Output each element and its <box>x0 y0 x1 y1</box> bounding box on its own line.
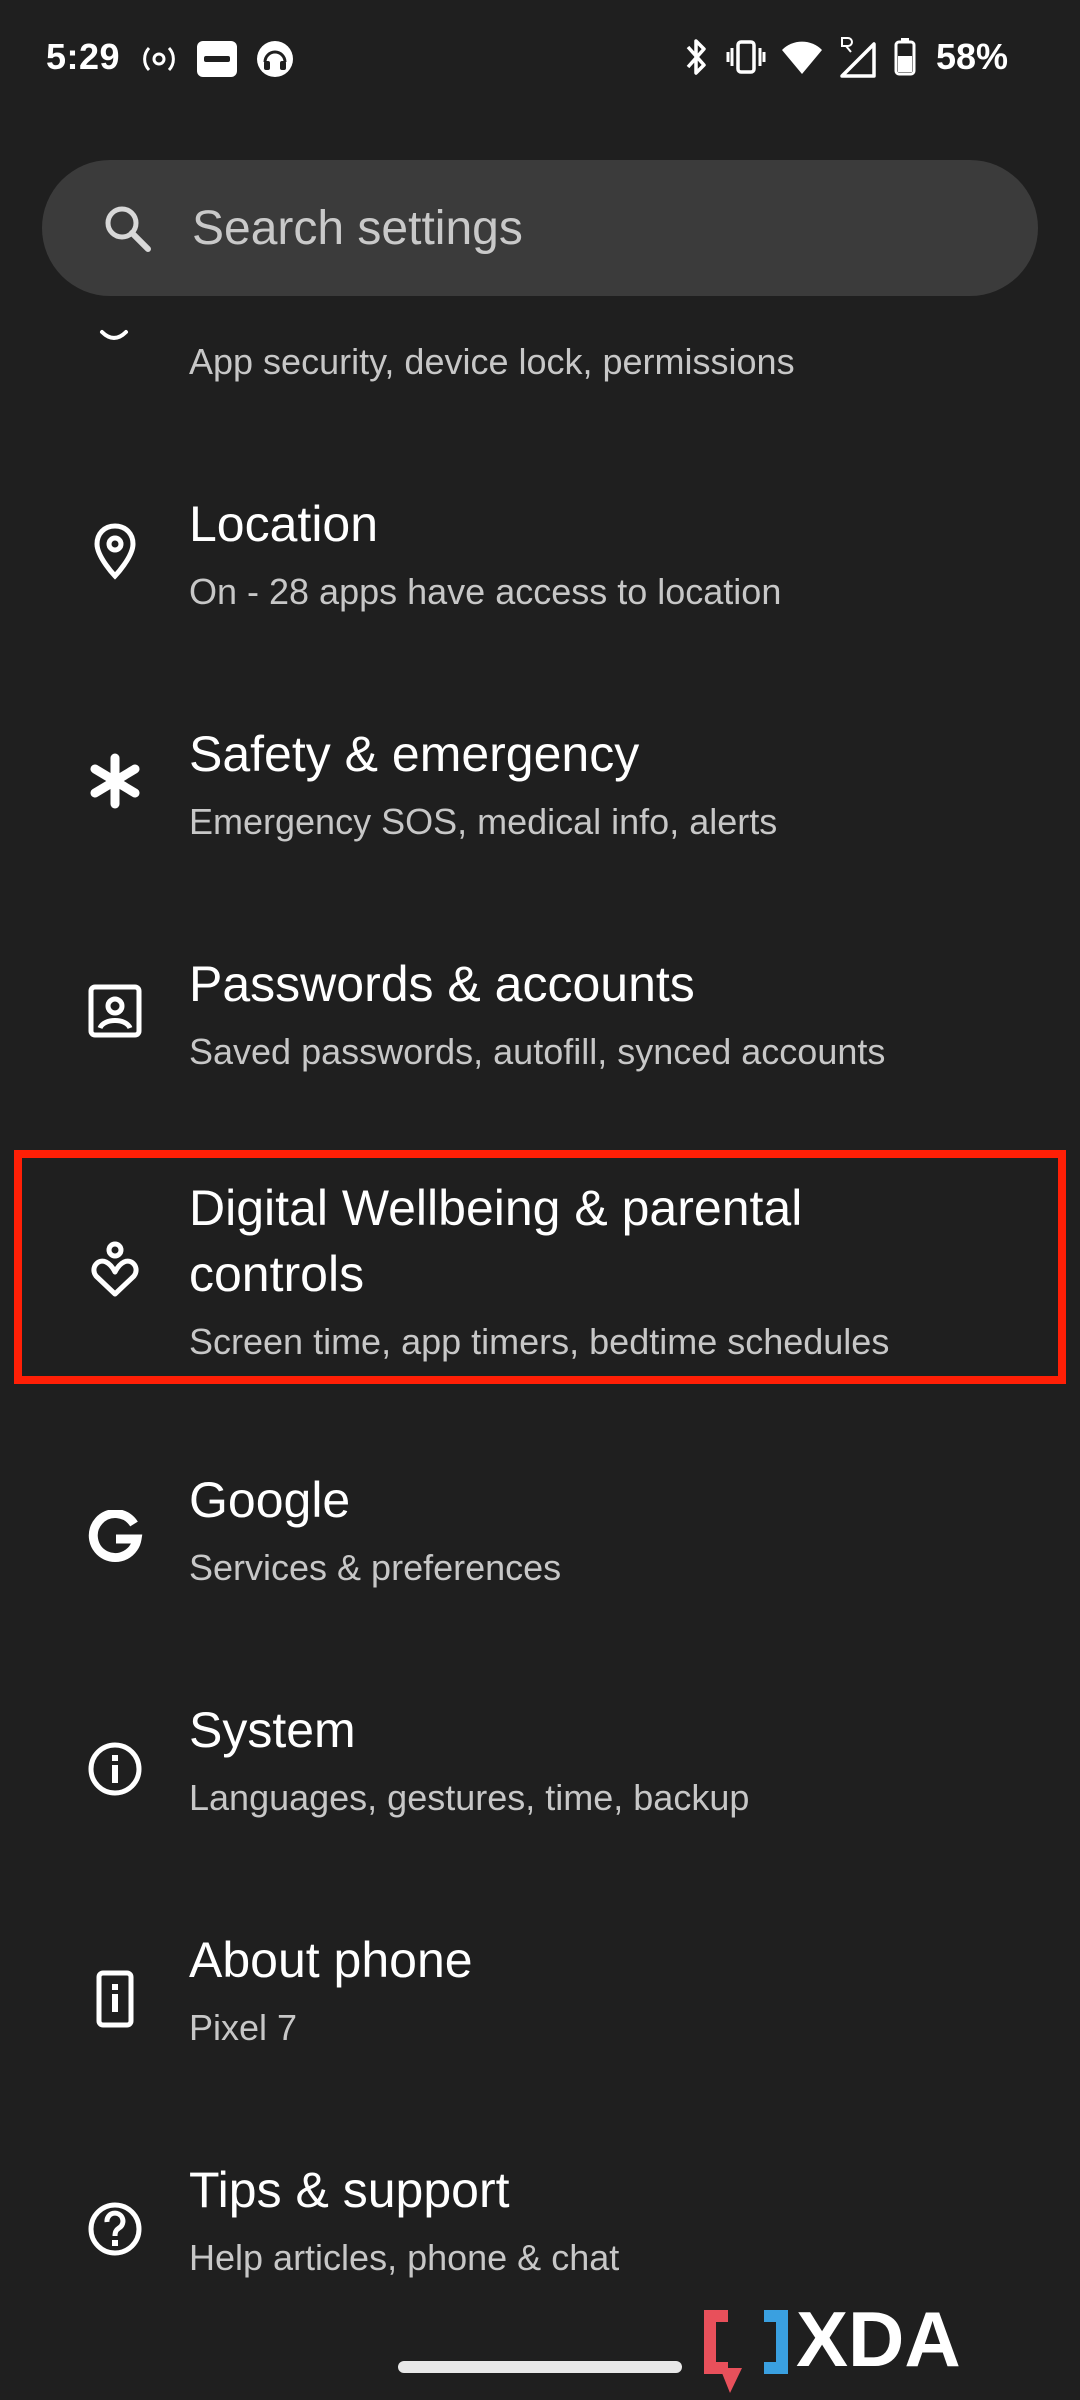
settings-item-security[interactable]: App security, device lock, permissions <box>0 300 1080 430</box>
settings-item-title: Passwords & accounts <box>189 956 695 1012</box>
settings-item-title: About phone <box>189 1932 473 1988</box>
settings-item-safety-emergency[interactable]: Safety & emergency Emergency SOS, medica… <box>0 670 1080 890</box>
settings-item-subtitle: App security, device lock, permissions <box>189 341 795 382</box>
settings-item-subtitle: Languages, gestures, time, backup <box>189 1777 750 1818</box>
help-icon <box>88 2202 142 2256</box>
search-placeholder: Search settings <box>192 201 523 255</box>
settings-item-subtitle: Help articles, phone & chat <box>189 2237 620 2278</box>
settings-item-passwords-accounts[interactable]: Passwords & accounts Saved passwords, au… <box>0 900 1080 1120</box>
status-bar: 5:29 58% <box>0 0 1080 120</box>
paytm-icon <box>197 41 237 77</box>
location-pin-icon <box>94 523 136 580</box>
settings-item-system[interactable]: System Languages, gestures, time, backup <box>0 1658 1080 1878</box>
google-g-icon <box>88 1510 143 1563</box>
battery-percent: 58% <box>935 36 1008 77</box>
settings-item-title: Safety & emergency <box>189 726 640 782</box>
gesture-navigation-handle[interactable] <box>398 2361 682 2373</box>
settings-item-subtitle: Emergency SOS, medical info, alerts <box>189 801 778 842</box>
battery-icon <box>894 38 916 76</box>
svg-text:XDA: XDA <box>796 2295 961 2383</box>
highlight-annotation-box <box>14 1150 1066 1384</box>
headset-icon <box>257 41 293 77</box>
status-notification-icons <box>140 40 294 78</box>
vibrate-icon <box>726 40 766 74</box>
status-time: 5:29 <box>46 36 121 77</box>
settings-item-google[interactable]: Google Services & preferences <box>0 1428 1080 1648</box>
settings-item-title: Google <box>189 1472 351 1528</box>
bluetooth-icon <box>686 39 706 75</box>
settings-item-title: System <box>189 1702 356 1758</box>
settings-item-subtitle: Pixel 7 <box>189 2007 298 2048</box>
xda-logo-watermark: XDA <box>704 2295 961 2393</box>
account-box-icon <box>88 984 142 1038</box>
search-settings-bar[interactable]: Search settings <box>42 160 1038 296</box>
settings-item-subtitle: Saved passwords, autofill, synced accoun… <box>189 1031 886 1072</box>
settings-item-location[interactable]: Location On - 28 apps have access to loc… <box>0 440 1080 660</box>
settings-item-about-phone[interactable]: About phone Pixel 7 <box>0 1888 1080 2108</box>
settings-item-subtitle: Services & preferences <box>189 1547 562 1588</box>
asterisk-icon <box>90 753 140 809</box>
wifi-icon <box>781 41 822 74</box>
settings-item-title: Tips & support <box>189 2162 510 2218</box>
hotspot-icon <box>143 46 175 72</box>
status-system-icons: 58% <box>682 36 1008 78</box>
info-icon <box>88 1742 142 1796</box>
search-icon <box>105 206 151 252</box>
phone-info-icon <box>96 1970 134 2028</box>
settings-item-title: Location <box>189 496 379 552</box>
settings-item-subtitle: On - 28 apps have access to location <box>189 571 782 612</box>
signal-roaming-icon <box>840 37 876 78</box>
lock-icon <box>100 330 128 340</box>
